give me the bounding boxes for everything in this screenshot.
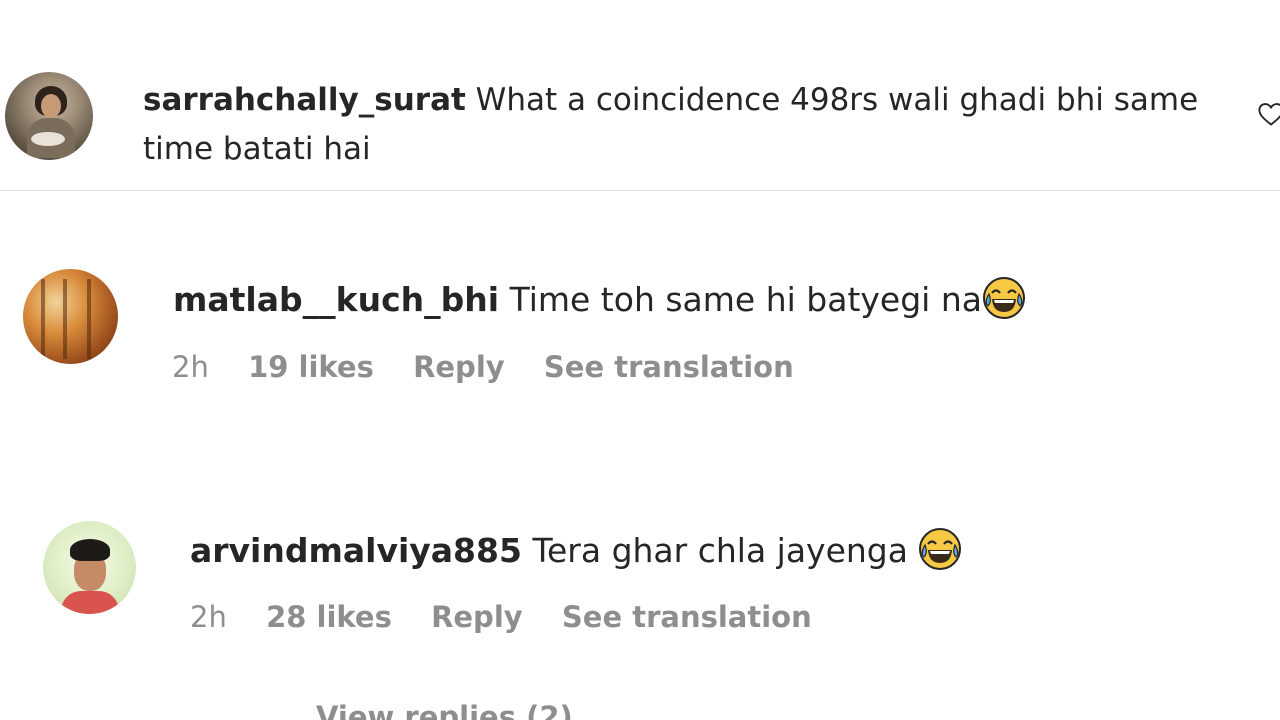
avatar[interactable] [43,521,136,614]
comments-panel: sarrahchally_surat What a coincidence 49… [0,0,1280,720]
comment-likes[interactable]: 28 likes [266,600,392,634]
avatar[interactable] [5,72,93,160]
comment-meta: 2h 19 likes Reply See translation [172,350,824,384]
face-with-tears-of-joy-icon [919,528,962,570]
view-replies-button[interactable]: View replies (2) [316,700,573,720]
face-with-tears-of-joy-icon [982,277,1025,319]
caption-username[interactable]: sarrahchally_surat [143,82,466,118]
comment-text: matlab__kuch_bhi Time toh same hi batyeg… [173,276,1026,320]
comment-text: arvindmalviya885 Tera ghar chla jayenga [190,527,962,571]
comment-likes[interactable]: 19 likes [248,350,374,384]
see-translation-button[interactable]: See translation [562,600,812,634]
reply-button[interactable]: Reply [431,600,523,634]
comment-body: Time toh same hi batyegi na [509,280,982,319]
comment-username[interactable]: arvindmalviya885 [190,531,522,570]
avatar[interactable] [23,269,118,364]
heart-icon[interactable] [1256,100,1280,128]
caption-text: sarrahchally_surat What a coincidence 49… [143,76,1203,174]
comment-meta: 2h 28 likes Reply See translation [190,600,842,634]
caption-section: sarrahchally_surat What a coincidence 49… [0,0,1280,191]
see-translation-button[interactable]: See translation [544,350,794,384]
comment-time[interactable]: 2h [172,350,209,384]
comment-body: Tera ghar chla jayenga [532,531,919,570]
reply-button[interactable]: Reply [413,350,505,384]
comment-username[interactable]: matlab__kuch_bhi [173,280,499,319]
comment-time[interactable]: 2h [190,600,227,634]
